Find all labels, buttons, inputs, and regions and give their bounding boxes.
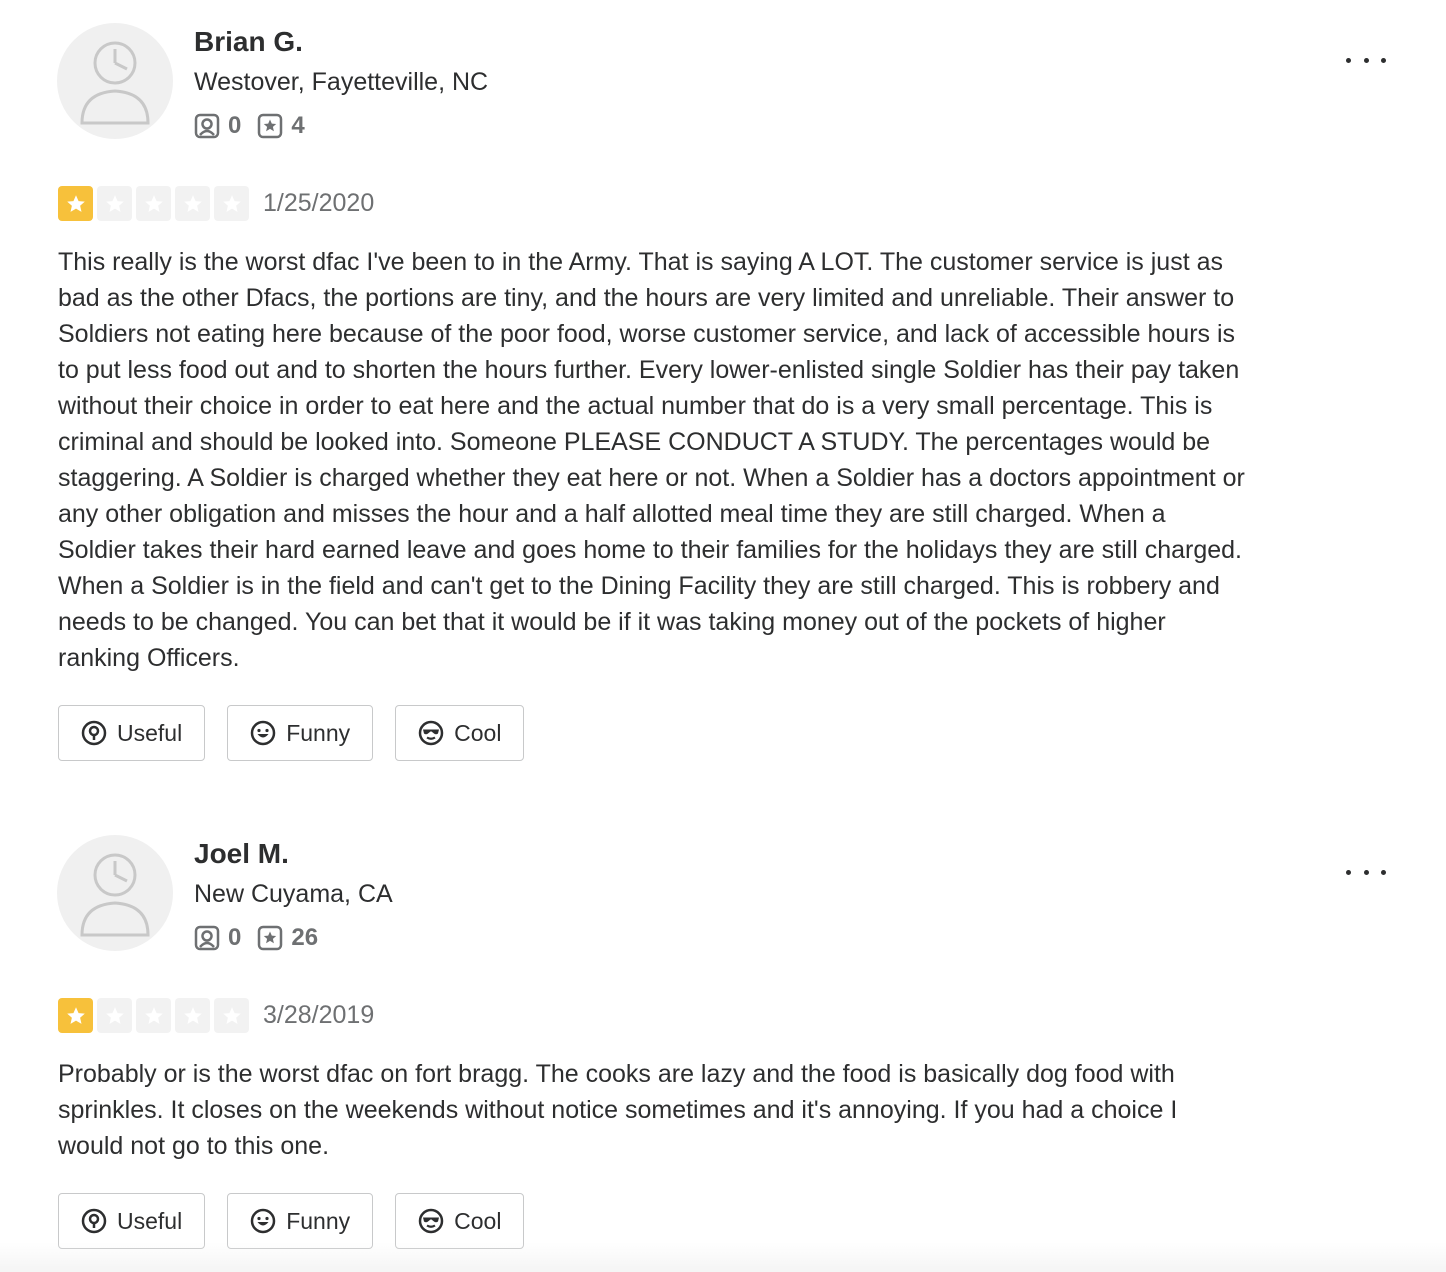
review-count: 26 — [291, 924, 319, 951]
star-icon — [214, 186, 249, 221]
default-avatar-icon — [80, 41, 150, 125]
useful-label: Useful — [117, 1207, 183, 1234]
review-date: 3/28/2019 — [263, 1001, 375, 1029]
funny-label: Funny — [286, 1207, 351, 1234]
cool-button[interactable]: Cool — [395, 705, 525, 761]
review-count: 4 — [291, 112, 305, 139]
friends-icon — [194, 113, 220, 139]
review-count-stat: 4 — [257, 112, 305, 140]
cool-button[interactable]: Cool — [395, 1193, 525, 1249]
review-actions: Useful Funny Cool — [58, 705, 546, 761]
useful-label: Useful — [117, 719, 183, 746]
star-icon — [136, 998, 171, 1033]
star-icon — [97, 998, 132, 1033]
star-icon — [175, 186, 210, 221]
review-count-stat: 26 — [257, 924, 318, 952]
more-options-icon[interactable] — [1340, 46, 1392, 74]
default-avatar-icon — [80, 853, 150, 937]
user-location: New Cuyama, CA — [194, 880, 393, 908]
star-icon — [214, 998, 249, 1033]
star-icon — [136, 186, 171, 221]
funny-button[interactable]: Funny — [227, 705, 374, 761]
cool-label: Cool — [454, 719, 502, 746]
review-date: 1/25/2020 — [263, 189, 375, 217]
user-stats: 0 26 — [194, 922, 334, 954]
funny-button[interactable]: Funny — [227, 1193, 374, 1249]
user-location: Westover, Fayetteville, NC — [194, 68, 489, 96]
friends-icon — [194, 925, 220, 951]
user-name[interactable]: Joel M. — [194, 836, 289, 872]
star-icon — [175, 998, 210, 1033]
sunglasses-icon — [418, 1208, 444, 1234]
lightbulb-icon — [81, 720, 107, 746]
review-text: Probably or is the worst dfac on fort br… — [58, 1060, 1178, 1160]
smile-icon — [250, 1208, 276, 1234]
rating-row: 1/25/2020 — [58, 186, 374, 221]
star-icon — [58, 186, 93, 221]
rating-row: 3/28/2019 — [58, 998, 374, 1033]
review-count-icon — [258, 113, 283, 139]
friends-count: 0 — [228, 112, 242, 139]
user-avatar[interactable] — [57, 23, 173, 139]
useful-button[interactable]: Useful — [58, 705, 206, 761]
useful-button[interactable]: Useful — [58, 1193, 206, 1249]
review-actions: Useful Funny Cool — [58, 1193, 546, 1249]
more-options-icon[interactable] — [1340, 858, 1392, 886]
review-count-icon — [258, 925, 283, 951]
review-text: This really is the worst dfac I've been … — [58, 248, 1245, 672]
user-stats: 0 4 — [194, 110, 321, 142]
user-avatar[interactable] — [57, 835, 173, 951]
friends-count: 0 — [228, 924, 242, 951]
star-icon — [97, 186, 132, 221]
friends-stat: 0 — [194, 112, 241, 140]
cool-label: Cool — [454, 1207, 502, 1234]
friends-stat: 0 — [194, 924, 241, 952]
sunglasses-icon — [418, 720, 444, 746]
smile-icon — [250, 720, 276, 746]
user-name[interactable]: Brian G. — [194, 24, 303, 60]
funny-label: Funny — [286, 719, 351, 746]
lightbulb-icon — [81, 1208, 107, 1234]
star-icon — [58, 998, 93, 1033]
